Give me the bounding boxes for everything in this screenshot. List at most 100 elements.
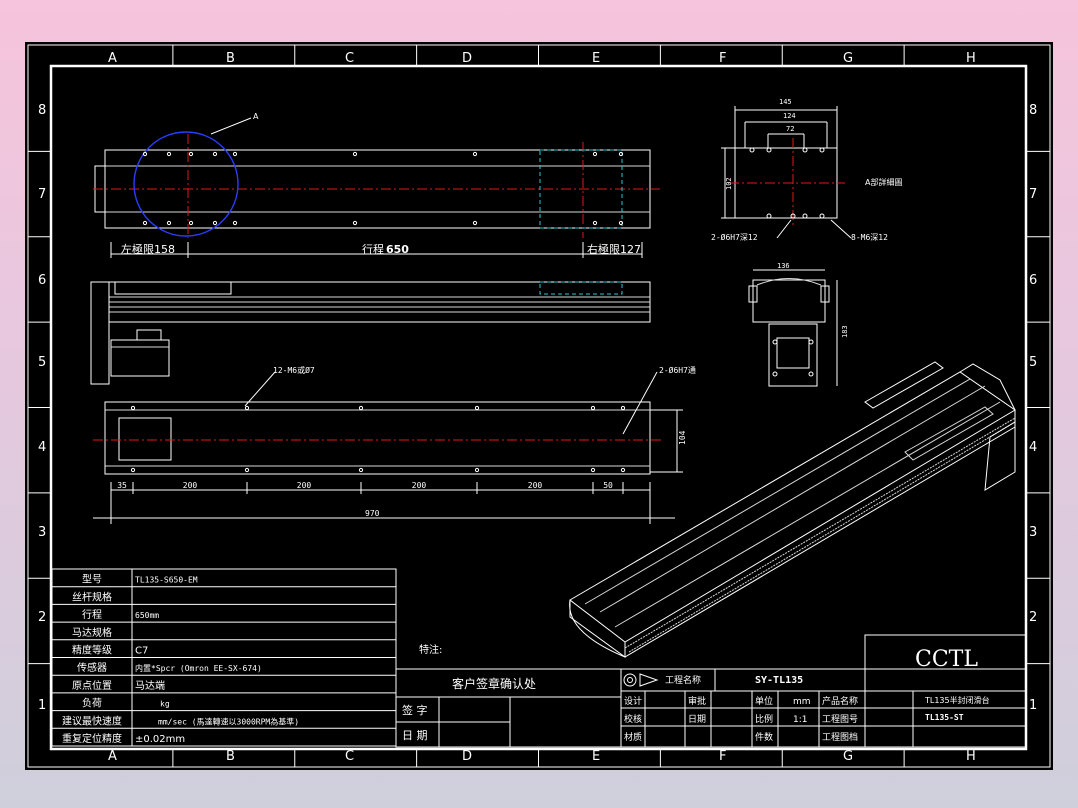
project-name-label: 工程名称 xyxy=(665,674,701,686)
outer-frame xyxy=(27,44,1051,768)
zone-col-top: F xyxy=(719,51,726,66)
spec-label: 丝杆规格 xyxy=(72,590,112,603)
dim-124: 124 xyxy=(783,112,796,120)
zone-row-left: 5 xyxy=(38,355,46,370)
zone-col-top: C xyxy=(345,51,354,66)
dim-segment: 50 xyxy=(603,481,613,490)
note-pins: 2-Ø6H7通 xyxy=(659,365,696,375)
title-block-cell: 件数 xyxy=(755,731,773,743)
title-block-cell: 1:1 xyxy=(793,715,807,725)
spec-label: 马达规格 xyxy=(72,626,112,639)
spec-label: 行程 xyxy=(82,608,102,621)
dim-72: 72 xyxy=(786,125,794,133)
dim-136: 136 xyxy=(777,262,790,270)
date-label: 日 期 xyxy=(402,729,428,742)
title-block-cell: 材质 xyxy=(624,731,642,743)
zone-col-top: B xyxy=(226,51,235,66)
end-view: 145 124 72 102 A部詳細圖 2-Ø6H7深12 8-M6深12 xyxy=(711,98,902,242)
note-pin: 2-Ø6H7深12 xyxy=(711,232,758,242)
title-block-cell: 日期 xyxy=(688,714,706,725)
bottom-view: 35 200 200 200 200 50 12-M6或Ø7 2-Ø6H7通 104 97… xyxy=(93,365,696,524)
detail-a-label: A部詳細圖 xyxy=(865,177,902,187)
left-limit-label: 左極限158 xyxy=(121,242,175,256)
dim-segment: 200 xyxy=(297,481,312,490)
zone-col-top: A xyxy=(108,51,117,66)
sign-label: 签 字 xyxy=(402,703,428,717)
zone-row-left: 1 xyxy=(38,698,46,713)
zone-col-bottom: C xyxy=(345,749,354,764)
spec-value: ±0.02mm xyxy=(135,734,185,745)
spec-value: 马达端 xyxy=(135,679,165,692)
spec-value: kg xyxy=(160,700,170,709)
product-name-value: TL135半封闭滑台 xyxy=(924,695,990,705)
spec-label: 型号 xyxy=(82,573,102,586)
detail-a-circle xyxy=(133,131,239,237)
spec-label: 原点位置 xyxy=(72,679,112,692)
zone-col-bottom: B xyxy=(226,749,235,764)
dim-183: 183 xyxy=(841,325,849,338)
spec-label: 建议最快速度 xyxy=(62,714,122,727)
zone-col-bottom: D xyxy=(462,749,472,764)
title-block-cell: 工程图号 xyxy=(822,714,858,725)
title-block-cell: 审批 xyxy=(688,695,706,707)
side-view xyxy=(90,281,651,385)
dim-segment: 200 xyxy=(412,481,427,490)
drawing-sheet: A A B B C C D D E E F F G G H H 8 8 7 7 6 6 5 5 4 4 3 3 2 2 1 1 A 左極限15… xyxy=(25,42,1053,770)
zone-row-left: 6 xyxy=(38,273,46,288)
zone-col-top: D xyxy=(462,51,472,66)
zone-row-right: 8 xyxy=(1029,103,1037,118)
zone-markers: A A B B C C D D E E F F G G H H 8 8 7 7 6 6 5 5 4 4 3 3 2 2 1 1 xyxy=(28,45,1050,767)
spec-label: 传感器 xyxy=(77,661,107,674)
note-holes: 12-M6或Ø7 xyxy=(273,365,315,375)
zone-col-top: G xyxy=(843,51,853,66)
note-tap: 8-M6深12 xyxy=(851,233,888,242)
zone-col-bottom: F xyxy=(719,749,726,764)
dim-102: 102 xyxy=(725,177,733,190)
spec-table: 型号 TL135-S650-EM 丝杆规格行程 650mm 马达规格精度等级 C7 传感器 内… xyxy=(51,568,397,747)
stroke-value: 650 xyxy=(386,243,409,256)
zone-row-right: 2 xyxy=(1029,610,1037,625)
spec-value: 内置*Spcr (Omron EE-SX-674) xyxy=(135,663,262,673)
dim-segment: 200 xyxy=(528,481,543,490)
spec-label: 负荷 xyxy=(82,697,102,710)
signoff-block: 客户签章确认处 签 字 日 期 xyxy=(395,668,622,748)
zone-row-right: 1 xyxy=(1029,698,1037,713)
zone-row-left: 7 xyxy=(38,187,46,202)
end-view-motor: 136 183 xyxy=(748,262,849,387)
spec-value: mm/sec (馬達轉速以3000RPM為基準) xyxy=(158,716,299,726)
remarks-label: 特注: xyxy=(419,643,442,656)
zone-row-right: 7 xyxy=(1029,187,1037,202)
title-block-cell: 设计 xyxy=(624,695,642,707)
zone-row-right: 3 xyxy=(1029,525,1037,540)
right-limit-label: 右極限127 xyxy=(587,242,641,256)
zone-row-left: 4 xyxy=(38,440,46,455)
title-block-cell: 单位 xyxy=(755,695,773,707)
company-logo: CCTL xyxy=(915,647,978,672)
zone-col-top: H xyxy=(966,51,976,66)
title-block-cell: 校核 xyxy=(624,713,642,725)
title-block-cell: 比例 xyxy=(755,713,773,725)
drawing-number: SY-TL135 xyxy=(755,675,803,686)
title-block-cell: 工程图档 xyxy=(822,731,858,743)
zone-col-bottom: E xyxy=(592,749,600,764)
spec-value: 650mm xyxy=(135,611,159,620)
zone-row-right: 5 xyxy=(1029,355,1037,370)
zone-col-bottom: G xyxy=(843,749,853,764)
dim-segment: 35 xyxy=(117,481,127,490)
callout-a-label: A xyxy=(253,112,259,121)
zone-col-bottom: A xyxy=(108,749,117,764)
dim-overall: 970 xyxy=(365,509,380,518)
zone-row-right: 6 xyxy=(1029,273,1037,288)
zone-col-top: E xyxy=(592,51,600,66)
dim-height-104: 104 xyxy=(678,430,687,445)
product-code-value: TL135-ST xyxy=(925,713,964,722)
spec-label: 精度等级 xyxy=(72,644,112,657)
projection-symbol-icon xyxy=(623,673,637,687)
zone-row-left: 3 xyxy=(38,525,46,540)
top-view: A 左極限158 行程 650 右極限127 xyxy=(93,112,660,258)
signoff-title: 客户签章确认处 xyxy=(452,676,536,691)
inner-frame xyxy=(49,64,1028,751)
zone-col-bottom: H xyxy=(966,749,976,764)
title-block-cell: 产品名称 xyxy=(822,695,858,707)
dim-145: 145 xyxy=(779,98,792,106)
